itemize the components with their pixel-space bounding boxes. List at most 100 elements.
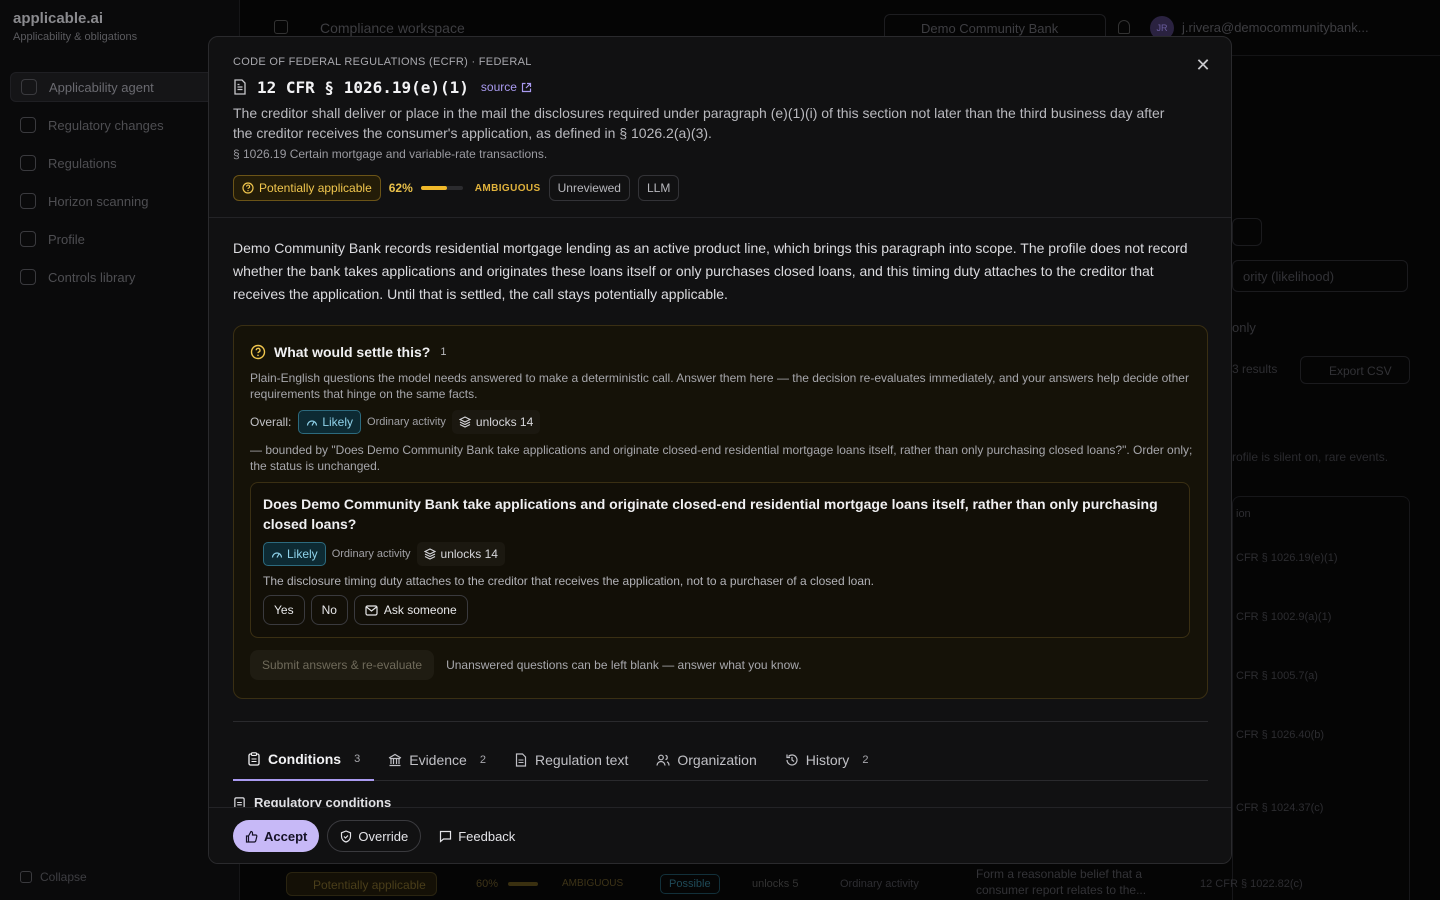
tab-count: 2 <box>862 754 869 766</box>
conditions-subheading: Regulatory conditions <box>233 795 391 807</box>
clipboard-icon <box>234 797 245 807</box>
divider <box>233 721 1208 722</box>
sidebar-item-label: Profile <box>48 231 85 247</box>
table-row[interactable]: CFR § 1002.9(a)(1) <box>1236 611 1331 623</box>
export-csv-button[interactable]: Export CSV <box>1300 356 1410 384</box>
building-icon <box>20 231 36 247</box>
likelihood-badge: Likely <box>263 542 326 566</box>
panel-toggle-icon[interactable] <box>274 20 288 34</box>
users-icon <box>656 754 670 766</box>
table-row[interactable]: CFR § 1024.37(c) <box>1236 802 1323 814</box>
activity-label: Ordinary activity <box>367 416 446 428</box>
filter-select[interactable] <box>1232 218 1262 246</box>
answer-yes-button[interactable]: Yes <box>263 595 305 625</box>
tab-history[interactable]: History 2 <box>771 739 883 781</box>
question-text: Does Demo Community Bank take applicatio… <box>263 496 1158 532</box>
rationale-text: Demo Community Bank records residential … <box>233 240 1188 302</box>
sidebar-item-regulatory-changes[interactable]: Regulatory changes <box>10 110 230 140</box>
brand-name: applicable.ai <box>13 10 104 27</box>
submit-note: Unanswered questions can be left blank —… <box>446 658 802 672</box>
tab-regulation-text[interactable]: Regulation text <box>500 739 642 781</box>
paragraph-text: The creditor shall deliver or place in t… <box>233 105 1165 141</box>
method-chip: LLM <box>637 175 680 201</box>
unlocks-label: unlocks 14 <box>475 415 534 429</box>
workspace-title: Compliance workspace <box>320 20 465 36</box>
unlocks-label: unlocks 5 <box>752 878 799 890</box>
thumbs-up-icon <box>245 830 258 843</box>
confidence-bar <box>420 186 463 190</box>
sidebar-item-applicability-agent[interactable]: Applicability agent <box>10 72 230 102</box>
brand-subtitle: Applicability & obligations <box>13 31 138 43</box>
source-line: CODE OF FEDERAL REGULATIONS (ECFR) · FED… <box>233 56 532 68</box>
confidence-percent: 62% <box>388 181 413 195</box>
likelihood-badge: Possible <box>660 874 720 894</box>
activity-label: Ordinary activity <box>331 548 411 560</box>
footer-actions: Accept Override Feedback <box>233 820 525 852</box>
table-row[interactable]: CFR § 1026.19(e)(1) <box>1236 552 1338 564</box>
source-link-label: source <box>480 80 517 94</box>
shield-check-icon <box>341 829 352 843</box>
document-icon <box>515 753 527 767</box>
brand: applicable.ai Applicability & obligation… <box>13 10 137 43</box>
settle-header: What would settle this? 1 <box>250 344 446 360</box>
ask-someone-label: Ask someone <box>383 603 457 617</box>
table-row[interactable]: Potentially applicable 60% AMBIGUOUS Pos… <box>270 866 1410 900</box>
status-badge: Potentially applicable <box>233 175 381 201</box>
status-chips: Potentially applicable 62% AMBIGUOUS Unr… <box>233 175 680 201</box>
collapse-button[interactable]: Collapse <box>20 870 87 884</box>
layers-icon <box>458 416 471 428</box>
ambiguity-label: AMBIGUOUS <box>562 878 624 889</box>
feedback-label: Feedback <box>458 828 516 844</box>
list-icon <box>20 269 36 285</box>
accept-button[interactable]: Accept <box>233 820 320 852</box>
table-header: ion <box>1236 508 1251 520</box>
question-reason: The disclosure timing duty attaches to t… <box>263 574 875 588</box>
dialog-header: CODE OF FEDERAL REGULATIONS (ECFR) · FED… <box>209 37 1231 218</box>
tab-conditions[interactable]: Conditions 3 <box>233 739 375 781</box>
history-icon <box>786 754 798 766</box>
sidebar-item-label: Applicability agent <box>49 79 154 95</box>
building-icon <box>388 753 402 767</box>
submit-reevaluate-button[interactable]: Submit answers & re-evaluate <box>250 650 435 680</box>
close-button[interactable]: ✕ <box>1195 56 1211 74</box>
sort-select[interactable]: ority (likelihood) <box>1232 260 1408 292</box>
question-card: Does Demo Community Bank take applicatio… <box>250 482 1190 638</box>
override-label: Override <box>358 828 409 844</box>
ask-someone-button[interactable]: Ask someone <box>353 595 468 625</box>
gauge-icon <box>271 552 283 558</box>
table-row[interactable]: CFR § 1026.40(b) <box>1236 729 1324 741</box>
sidebar-item-regulations[interactable]: Regulations <box>10 148 230 178</box>
sidebar-item-label: Regulations <box>48 155 117 171</box>
settle-title: What would settle this? <box>274 344 431 360</box>
sidebar-item-label: Regulatory changes <box>48 117 164 133</box>
collapse-icon <box>20 871 32 883</box>
book-icon <box>20 155 36 171</box>
external-link-icon <box>521 82 532 92</box>
source-link[interactable]: source <box>481 80 532 94</box>
tab-label: History <box>805 752 850 768</box>
likelihood-label: Likely <box>287 547 318 561</box>
question-count: 1 <box>440 346 447 358</box>
user-email: j.rivera@democommunitybank... <box>1182 20 1369 35</box>
sidebar-item-profile[interactable]: Profile <box>10 224 230 254</box>
dialog-body[interactable]: Demo Community Bank records residential … <box>209 219 1231 807</box>
document-icon <box>234 79 246 95</box>
answer-no-button[interactable]: No <box>310 595 348 625</box>
overall-label: Overall: <box>250 415 292 429</box>
feedback-button[interactable]: Feedback <box>429 820 525 852</box>
sidebar: applicable.ai Applicability & obligation… <box>0 0 240 900</box>
override-button[interactable]: Override <box>327 820 422 852</box>
sidebar-item-horizon-scanning[interactable]: Horizon scanning <box>10 186 230 216</box>
section-heading: § 1026.19 Certain mortgage and variable-… <box>233 147 548 161</box>
tab-organization[interactable]: Organization <box>642 739 770 781</box>
bounded-note: — bounded by "Does Demo Community Bank t… <box>250 443 1193 473</box>
settle-description: Plain-English questions the model needs … <box>250 371 1189 401</box>
confidence-percent: 60% <box>476 878 499 890</box>
notification-bell-icon[interactable] <box>1118 20 1130 34</box>
results-count: 3 results <box>1232 362 1278 376</box>
unlocks-label: unlocks 14 <box>440 547 498 561</box>
likelihood-label: Likely <box>322 415 354 429</box>
sidebar-item-controls-library[interactable]: Controls library <box>10 262 230 292</box>
table-row[interactable]: CFR § 1005.7(a) <box>1236 670 1318 682</box>
tab-evidence[interactable]: Evidence 2 <box>374 739 500 781</box>
